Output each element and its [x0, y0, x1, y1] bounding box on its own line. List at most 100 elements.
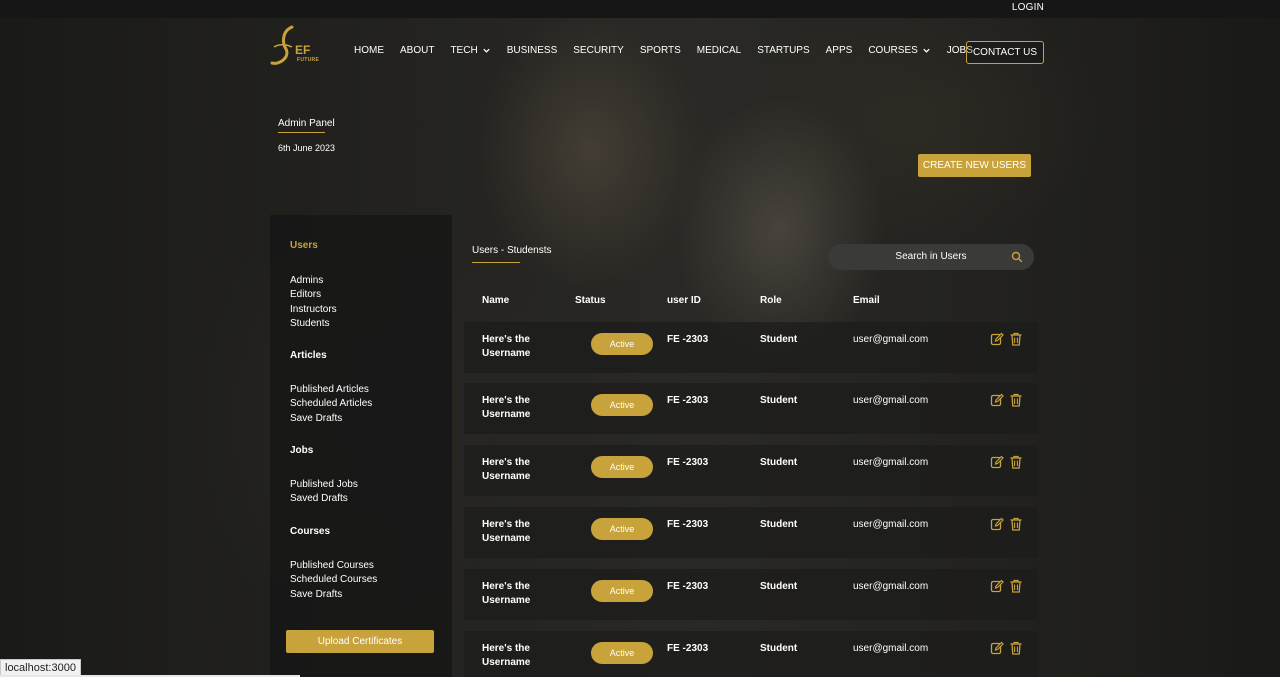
nav-item-courses[interactable]: COURSES: [868, 45, 930, 56]
sidebar-group-users: Users Admins Editors Instructors Student…: [290, 240, 337, 331]
status-badge[interactable]: Active: [591, 518, 653, 540]
search-icon[interactable]: [1011, 251, 1023, 263]
column-header-name: Name: [482, 295, 510, 306]
nav-item-security[interactable]: SECURITY: [573, 45, 624, 56]
sidebar: Users Admins Editors Instructors Student…: [270, 215, 452, 677]
row-email: user@gmail.com: [853, 643, 929, 654]
sidebar-item-students[interactable]: Students: [290, 317, 337, 331]
row-email: user@gmail.com: [853, 519, 929, 530]
trash-icon[interactable]: [1009, 393, 1023, 407]
sidebar-item-course-drafts[interactable]: Save Drafts: [290, 588, 377, 602]
status-badge[interactable]: Active: [591, 394, 653, 416]
edit-icon[interactable]: [990, 641, 1004, 655]
row-username: Here's the Username: [482, 518, 542, 546]
nav-item-medical[interactable]: MEDICAL: [697, 45, 741, 56]
row-email: user@gmail.com: [853, 457, 929, 468]
row-role: Student: [760, 581, 798, 592]
row-username-line2: Username: [482, 471, 531, 482]
upload-certificates-button[interactable]: Upload Certificates: [286, 630, 434, 653]
row-role: Student: [760, 519, 798, 530]
row-user-id: FE -2303: [667, 519, 709, 530]
sidebar-heading-jobs[interactable]: Jobs: [290, 445, 358, 456]
search-input[interactable]: Search in Users: [828, 244, 1034, 270]
sidebar-item-editors[interactable]: Editors: [290, 288, 337, 302]
sidebar-item-published-articles[interactable]: Published Articles: [290, 383, 372, 397]
row-username-line2: Username: [482, 533, 531, 544]
title-underline: [278, 132, 325, 133]
row-email: user@gmail.com: [853, 334, 929, 345]
status-badge[interactable]: Active: [591, 642, 653, 664]
section-title-underline: [472, 262, 520, 263]
nav-item-business[interactable]: BUSINESS: [507, 45, 558, 56]
sidebar-item-admins[interactable]: Admins: [290, 274, 337, 288]
row-email: user@gmail.com: [853, 581, 929, 592]
sidebar-item-job-drafts[interactable]: Saved Drafts: [290, 492, 358, 506]
sidebar-heading-courses[interactable]: Courses: [290, 526, 377, 537]
sidebar-item-published-jobs[interactable]: Published Jobs: [290, 478, 358, 492]
trash-icon[interactable]: [1009, 517, 1023, 531]
trash-icon[interactable]: [1009, 641, 1023, 655]
sidebar-heading-articles[interactable]: Articles: [290, 350, 372, 361]
nav-item-label: STARTUPS: [757, 45, 810, 56]
row-email: user@gmail.com: [853, 395, 929, 406]
row-role: Student: [760, 395, 798, 406]
column-header-role: Role: [760, 295, 782, 306]
logo-mark: EF: [295, 43, 311, 57]
sidebar-group-jobs: Jobs Published Jobs Saved Drafts: [290, 445, 358, 507]
row-username-line2: Username: [482, 348, 531, 359]
logo[interactable]: EF FUTURE: [268, 25, 330, 67]
edit-icon[interactable]: [990, 332, 1004, 346]
search-placeholder: Search in Users: [895, 251, 967, 262]
edit-icon[interactable]: [990, 455, 1004, 469]
nav-item-startups[interactable]: STARTUPS: [757, 45, 809, 56]
sidebar-heading-users[interactable]: Users: [290, 240, 337, 251]
table-row: Here's the Username Active FE -2303 Student u…: [464, 445, 1038, 496]
row-user-id: FE -2303: [667, 643, 709, 654]
nav-item-label: HOME: [354, 45, 384, 56]
row-user-id: FE -2303: [667, 457, 709, 468]
main-nav: HOME ABOUT TECH BUSINESS SECURITY SPORTS MEDIC…: [354, 45, 989, 56]
nav-item-home[interactable]: HOME: [354, 45, 384, 56]
sidebar-item-scheduled-courses[interactable]: Scheduled Courses: [290, 573, 377, 587]
nav-item-tech[interactable]: TECH: [450, 45, 490, 56]
row-user-id: FE -2303: [667, 395, 709, 406]
sidebar-item-published-courses[interactable]: Published Courses: [290, 559, 377, 573]
status-badge[interactable]: Active: [591, 333, 653, 355]
row-username-line2: Username: [482, 657, 531, 668]
sidebar-item-scheduled-articles[interactable]: Scheduled Articles: [290, 397, 372, 411]
login-link[interactable]: LOGIN: [1012, 2, 1044, 13]
trash-icon[interactable]: [1009, 579, 1023, 593]
nav-item-label: TECH: [450, 45, 478, 56]
logo-subtitle: FUTURE: [297, 57, 320, 63]
chevron-down-icon: [923, 48, 930, 53]
nav-item-about[interactable]: ABOUT: [400, 45, 434, 56]
page-date: 6th June 2023: [278, 143, 336, 153]
chevron-down-icon: [483, 48, 490, 53]
top-bar: LOGIN: [0, 0, 1280, 18]
row-username-line1: Here's the: [482, 457, 530, 468]
status-badge[interactable]: Active: [591, 456, 653, 478]
row-username: Here's the Username: [482, 580, 542, 608]
sidebar-group-courses: Courses Published Courses Scheduled Cour…: [290, 526, 377, 602]
row-user-id: FE -2303: [667, 581, 709, 592]
nav-item-apps[interactable]: APPS: [826, 45, 853, 56]
contact-us-button[interactable]: CONTACT US: [966, 41, 1044, 64]
edit-icon[interactable]: [990, 579, 1004, 593]
column-header-email: Email: [853, 295, 880, 306]
nav-item-label: BUSINESS: [506, 45, 558, 56]
row-role: Student: [760, 334, 798, 345]
nav-item-label: APPS: [825, 45, 853, 56]
column-header-status: Status: [575, 295, 606, 306]
column-header-user-id: user ID: [667, 295, 701, 306]
table-row: Here's the Username Active FE -2303 Student u…: [464, 631, 1038, 677]
status-badge[interactable]: Active: [591, 580, 653, 602]
create-new-users-button[interactable]: CREATE NEW USERS: [918, 154, 1031, 177]
sidebar-item-article-drafts[interactable]: Save Drafts: [290, 412, 372, 426]
edit-icon[interactable]: [990, 393, 1004, 407]
sidebar-item-instructors[interactable]: Instructors: [290, 303, 337, 317]
trash-icon[interactable]: [1009, 332, 1023, 346]
trash-icon[interactable]: [1009, 455, 1023, 469]
nav-item-sports[interactable]: SPORTS: [640, 45, 681, 56]
edit-icon[interactable]: [990, 517, 1004, 531]
row-username: Here's the Username: [482, 456, 542, 484]
